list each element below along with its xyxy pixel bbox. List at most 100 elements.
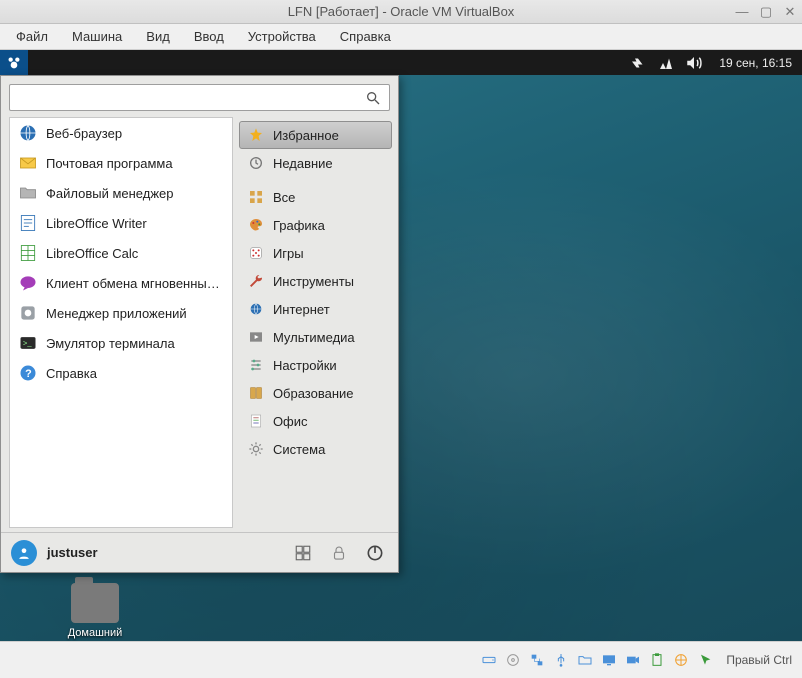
cat-label: Недавние [273,156,333,171]
xfce-panel: 19 сен, 16:15 [0,50,802,75]
logout-button[interactable] [362,540,388,566]
vbox-menu-view[interactable]: Вид [136,26,180,47]
vbox-recording-icon[interactable] [624,651,642,669]
vbox-shared-folder-icon[interactable] [576,651,594,669]
cat-games[interactable]: Игры [239,239,392,267]
cat-label: Система [273,442,325,457]
user-avatar-icon[interactable] [11,540,37,566]
vbox-network-icon[interactable] [528,651,546,669]
cat-office[interactable]: Офис [239,407,392,435]
vbox-titlebar: LFN [Работает] - Oracle VM VirtualBox — … [0,0,802,24]
cat-label: Настройки [273,358,337,373]
system-tray [623,54,709,72]
cat-internet[interactable]: Интернет [239,295,392,323]
cat-label: Мультимедиа [273,330,355,345]
fav-label: LibreOffice Calc [46,246,138,261]
fav-label: Менеджер приложений [46,306,187,321]
cat-education[interactable]: Образование [239,379,392,407]
vbox-menu-machine[interactable]: Машина [62,26,132,47]
vbox-menu-devices[interactable]: Устройства [238,26,326,47]
vbox-hostkey-label: Правый Ctrl [726,653,792,667]
lock-screen-button[interactable] [326,540,352,566]
svg-text:>_: >_ [23,339,32,348]
fav-help[interactable]: ? Справка [10,358,232,388]
media-icon [247,328,265,346]
panel-clock[interactable]: 19 сен, 16:15 [709,56,802,70]
cat-label: Офис [273,414,308,429]
fav-im-client[interactable]: Клиент обмена мгновенными сооб... [10,268,232,298]
cat-favorites[interactable]: Избранное [239,121,392,149]
fav-file-manager[interactable]: Файловый менеджер [10,178,232,208]
help-icon: ? [18,363,38,383]
vbox-hdd-icon[interactable] [480,651,498,669]
vbox-statusbar: Правый Ctrl [0,641,802,678]
fav-libreoffice-writer[interactable]: LibreOffice Writer [10,208,232,238]
cat-recent[interactable]: Недавние [239,149,392,177]
network-icon[interactable] [657,54,675,72]
vbox-menu-file[interactable]: Файл [6,26,58,47]
dice-icon [247,244,265,262]
gear-icon [247,440,265,458]
vbox-cd-icon[interactable] [504,651,522,669]
desktop-home-icon[interactable]: Домашний каталог [50,583,140,641]
cat-graphics[interactable]: Графика [239,211,392,239]
search-icon [365,90,389,106]
volume-icon[interactable] [685,54,703,72]
cat-label: Избранное [273,128,339,143]
cat-tools[interactable]: Инструменты [239,267,392,295]
cat-multimedia[interactable]: Мультимедиа [239,323,392,351]
sliders-icon [247,356,265,374]
writer-icon [18,213,38,233]
fav-label: Файловый менеджер [46,186,174,201]
mail-icon [18,153,38,173]
globe-icon [18,123,38,143]
window-minimize-button[interactable]: — [734,4,750,20]
category-list: Избранное Недавние Все Графика Игры [237,117,398,532]
star-icon [247,126,265,144]
fav-label: LibreOffice Writer [46,216,147,231]
fav-web-browser[interactable]: Веб-браузер [10,118,232,148]
fav-libreoffice-calc[interactable]: LibreOffice Calc [10,238,232,268]
vbox-guest-additions-icon[interactable] [672,651,690,669]
vbox-menubar: Файл Машина Вид Ввод Устройства Справка [0,24,802,50]
cat-all[interactable]: Все [239,183,392,211]
guest-desktop[interactable]: 19 сен, 16:15 Домашний каталог Веб-брауз… [0,50,802,641]
terminal-icon: >_ [18,333,38,353]
fav-mail-client[interactable]: Почтовая программа [10,148,232,178]
search-field[interactable] [9,84,390,111]
calc-icon [18,243,38,263]
cat-label: Все [273,190,295,205]
cat-system[interactable]: Система [239,435,392,463]
vbox-usb-icon[interactable] [552,651,570,669]
cat-label: Игры [273,246,304,261]
fav-label: Клиент обмена мгновенными сооб... [46,276,224,291]
cat-settings[interactable]: Настройки [239,351,392,379]
vbox-title: LFN [Работает] - Oracle VM VirtualBox [288,4,515,19]
power-icon[interactable] [629,54,647,72]
cat-label: Интернет [273,302,330,317]
fav-app-manager[interactable]: Менеджер приложений [10,298,232,328]
office-icon [247,412,265,430]
applications-menu-button[interactable] [0,50,28,75]
vbox-mouse-integration-icon[interactable] [696,651,714,669]
vbox-display-icon[interactable] [600,651,618,669]
desktop-home-label: Домашний каталог [50,627,140,641]
vbox-menu-input[interactable]: Ввод [184,26,234,47]
appstore-icon [18,303,38,323]
window-close-button[interactable]: ✕ [782,4,798,20]
chat-icon [18,273,38,293]
apps-icon [247,188,265,206]
settings-manager-button[interactable] [290,540,316,566]
window-maximize-button[interactable]: ▢ [758,4,774,20]
vbox-clipboard-icon[interactable] [648,651,666,669]
fav-label: Эмулятор терминала [46,336,175,351]
cat-label: Образование [273,386,354,401]
fav-label: Почтовая программа [46,156,173,171]
search-input[interactable] [10,90,365,105]
vbox-menu-help[interactable]: Справка [330,26,401,47]
book-icon [247,384,265,402]
folder-icon [18,183,38,203]
cat-label: Инструменты [273,274,354,289]
whisker-footer: justuser [1,532,398,572]
fav-terminal[interactable]: >_ Эмулятор терминала [10,328,232,358]
